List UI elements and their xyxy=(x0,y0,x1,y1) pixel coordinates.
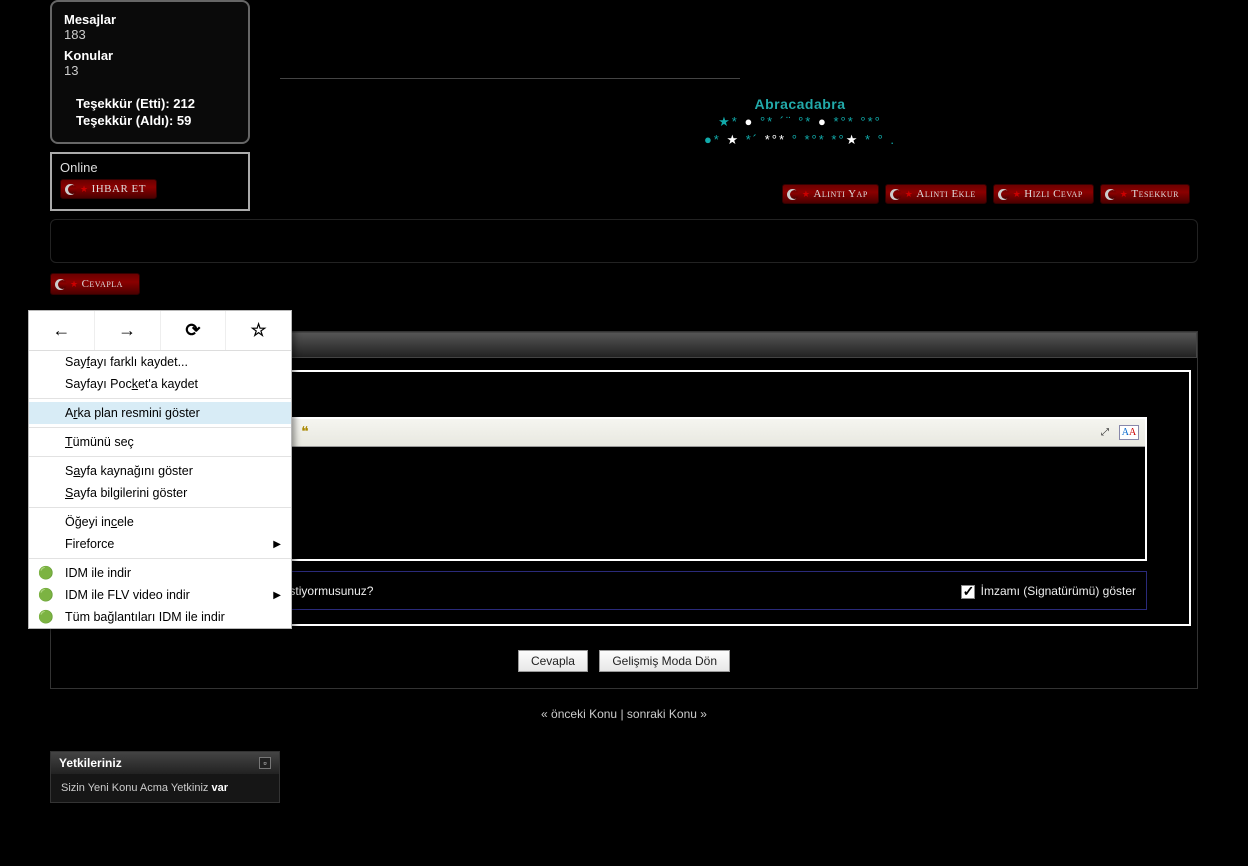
star-icon: ★ xyxy=(1013,189,1022,200)
submenu-arrow-icon: ▶ xyxy=(273,539,281,550)
quick-reply-button-label: Hizli Cevap xyxy=(1024,188,1083,200)
star-icon: ★ xyxy=(70,279,79,290)
user-stats-box: Mesajlar 183 Konular 13 Teşekkür (Etti):… xyxy=(50,0,250,144)
reply-button[interactable]: ★Cevapla xyxy=(50,273,140,295)
crescent-icon xyxy=(998,189,1009,200)
idm-icon: 🟢 xyxy=(37,564,55,582)
signature-decoration: ★* ● °* ´¨ °* ● *°* °*° xyxy=(440,114,1160,130)
post-actions-bar: ★Alinti Yap ★Alinti Ekle ★Hizli Cevap ★T… xyxy=(782,184,1190,204)
switch-mode-button[interactable]: AA xyxy=(1118,422,1140,444)
quick-reply-button[interactable]: ★Hizli Cevap xyxy=(993,184,1094,204)
ctx-idm-all[interactable]: 🟢Tüm bağlantıları IDM ile indir xyxy=(29,606,291,628)
collapse-icon[interactable]: ▫ xyxy=(259,757,271,769)
thanks-given: Teşekkür (Etti): 212 xyxy=(76,96,236,111)
nav-separator: | xyxy=(620,707,623,721)
topics-label: Konular xyxy=(64,48,236,63)
star-icon: ★ xyxy=(1120,189,1129,200)
idm-icon: 🟢 xyxy=(37,608,55,626)
submit-reply-button[interactable]: Cevapla xyxy=(518,650,588,672)
ctx-select-all[interactable]: Tümünü seç xyxy=(29,431,291,453)
idm-icon: 🟢 xyxy=(37,586,55,604)
online-status: Online xyxy=(60,160,240,175)
messages-label: Mesajlar xyxy=(64,12,236,27)
prev-symbol: « xyxy=(541,707,548,721)
next-symbol: » xyxy=(700,707,707,721)
browser-context-menu: ← → ⟳ ☆ Sayfayı farklı kaydet... Sayfayı… xyxy=(28,310,292,629)
topics-value: 13 xyxy=(64,63,236,78)
quote-button-label: Alinti Yap xyxy=(813,188,867,200)
signature-decoration-2: ●* ★ *´ *°* ° *°* *°★ * ° . xyxy=(440,132,1160,148)
prev-topic-link[interactable]: önceki Konu xyxy=(551,707,617,721)
star-icon: ★ xyxy=(905,189,914,200)
thanks-button-label: Tesekkur xyxy=(1131,188,1179,200)
online-status-box: Online ★ IHBAR ET xyxy=(50,152,250,211)
ctx-idm-download[interactable]: 🟢IDM ile indir xyxy=(29,562,291,584)
perm-line-1-text: Sizin Yeni Konu Acma Yetkiniz xyxy=(61,782,208,794)
crescent-icon xyxy=(55,279,66,290)
ctx-fireforce[interactable]: Fireforce▶ xyxy=(29,533,291,555)
next-topic-link[interactable]: sonraki Konu xyxy=(627,707,697,721)
thanks-button[interactable]: ★Tesekkur xyxy=(1100,184,1190,204)
report-button-label: IHBAR ET xyxy=(92,183,146,195)
context-nav-bar: ← → ⟳ ☆ xyxy=(29,311,291,351)
thanks-received: Teşekkür (Aldı): 59 xyxy=(76,113,236,128)
messages-value: 183 xyxy=(64,27,236,42)
star-icon: ★ xyxy=(80,184,89,195)
signature-divider xyxy=(280,78,740,79)
ctx-save-pocket[interactable]: Sayfayı Pocket'a kaydet xyxy=(29,373,291,395)
crescent-icon xyxy=(890,189,901,200)
nav-forward-button[interactable]: → xyxy=(95,311,161,350)
expand-button[interactable]: ⤢ xyxy=(1094,422,1116,444)
ctx-show-bg-image[interactable]: Arka plan resmini göster xyxy=(29,402,291,424)
perm-line-1-value: var xyxy=(211,782,228,794)
add-quote-button-label: Alinti Ekle xyxy=(916,188,975,200)
star-icon: ★ xyxy=(802,189,811,200)
permissions-box: Yetkileriniz ▫ Sizin Yeni Konu Acma Yetk… xyxy=(50,751,280,803)
topic-navigation: « önceki Konu | sonraki Konu » xyxy=(50,707,1198,721)
permissions-title: Yetkileriniz xyxy=(59,756,122,770)
ctx-view-source[interactable]: Sayfa kaynağını göster xyxy=(29,460,291,482)
quote-insert-button[interactable]: ❝ xyxy=(294,422,316,444)
quote-button[interactable]: ★Alinti Yap xyxy=(782,184,879,204)
ctx-page-info[interactable]: Sayfa bilgilerini göster xyxy=(29,482,291,504)
crescent-icon xyxy=(65,184,76,195)
nav-back-button[interactable]: ← xyxy=(29,311,95,350)
ctx-inspect[interactable]: Öğeyi incele xyxy=(29,511,291,533)
show-signature-label: İmzamı (Signatürümü) göster xyxy=(981,584,1136,598)
crescent-icon xyxy=(1105,189,1116,200)
show-signature-checkbox[interactable]: İmzamı (Signatürümü) göster xyxy=(961,584,1136,599)
advanced-mode-button[interactable]: Gelişmiş Moda Dön xyxy=(599,650,730,672)
signature-block: Abracadabra ★* ● °* ´¨ °* ● *°* °*° ●* ★… xyxy=(440,96,1160,148)
reply-button-label: Cevapla xyxy=(82,278,123,290)
ctx-idm-flv[interactable]: 🟢IDM ile FLV video indir▶ xyxy=(29,584,291,606)
ctx-save-as[interactable]: Sayfayı farklı kaydet... xyxy=(29,351,291,373)
nav-bookmark-button[interactable]: ☆ xyxy=(226,311,291,350)
report-button[interactable]: ★ IHBAR ET xyxy=(60,179,157,199)
signature-title: Abracadabra xyxy=(440,96,1160,112)
post-footer-bar xyxy=(50,219,1198,263)
submenu-arrow-icon: ▶ xyxy=(273,590,281,601)
crescent-icon xyxy=(787,189,798,200)
add-quote-button[interactable]: ★Alinti Ekle xyxy=(885,184,987,204)
nav-reload-button[interactable]: ⟳ xyxy=(161,311,227,350)
